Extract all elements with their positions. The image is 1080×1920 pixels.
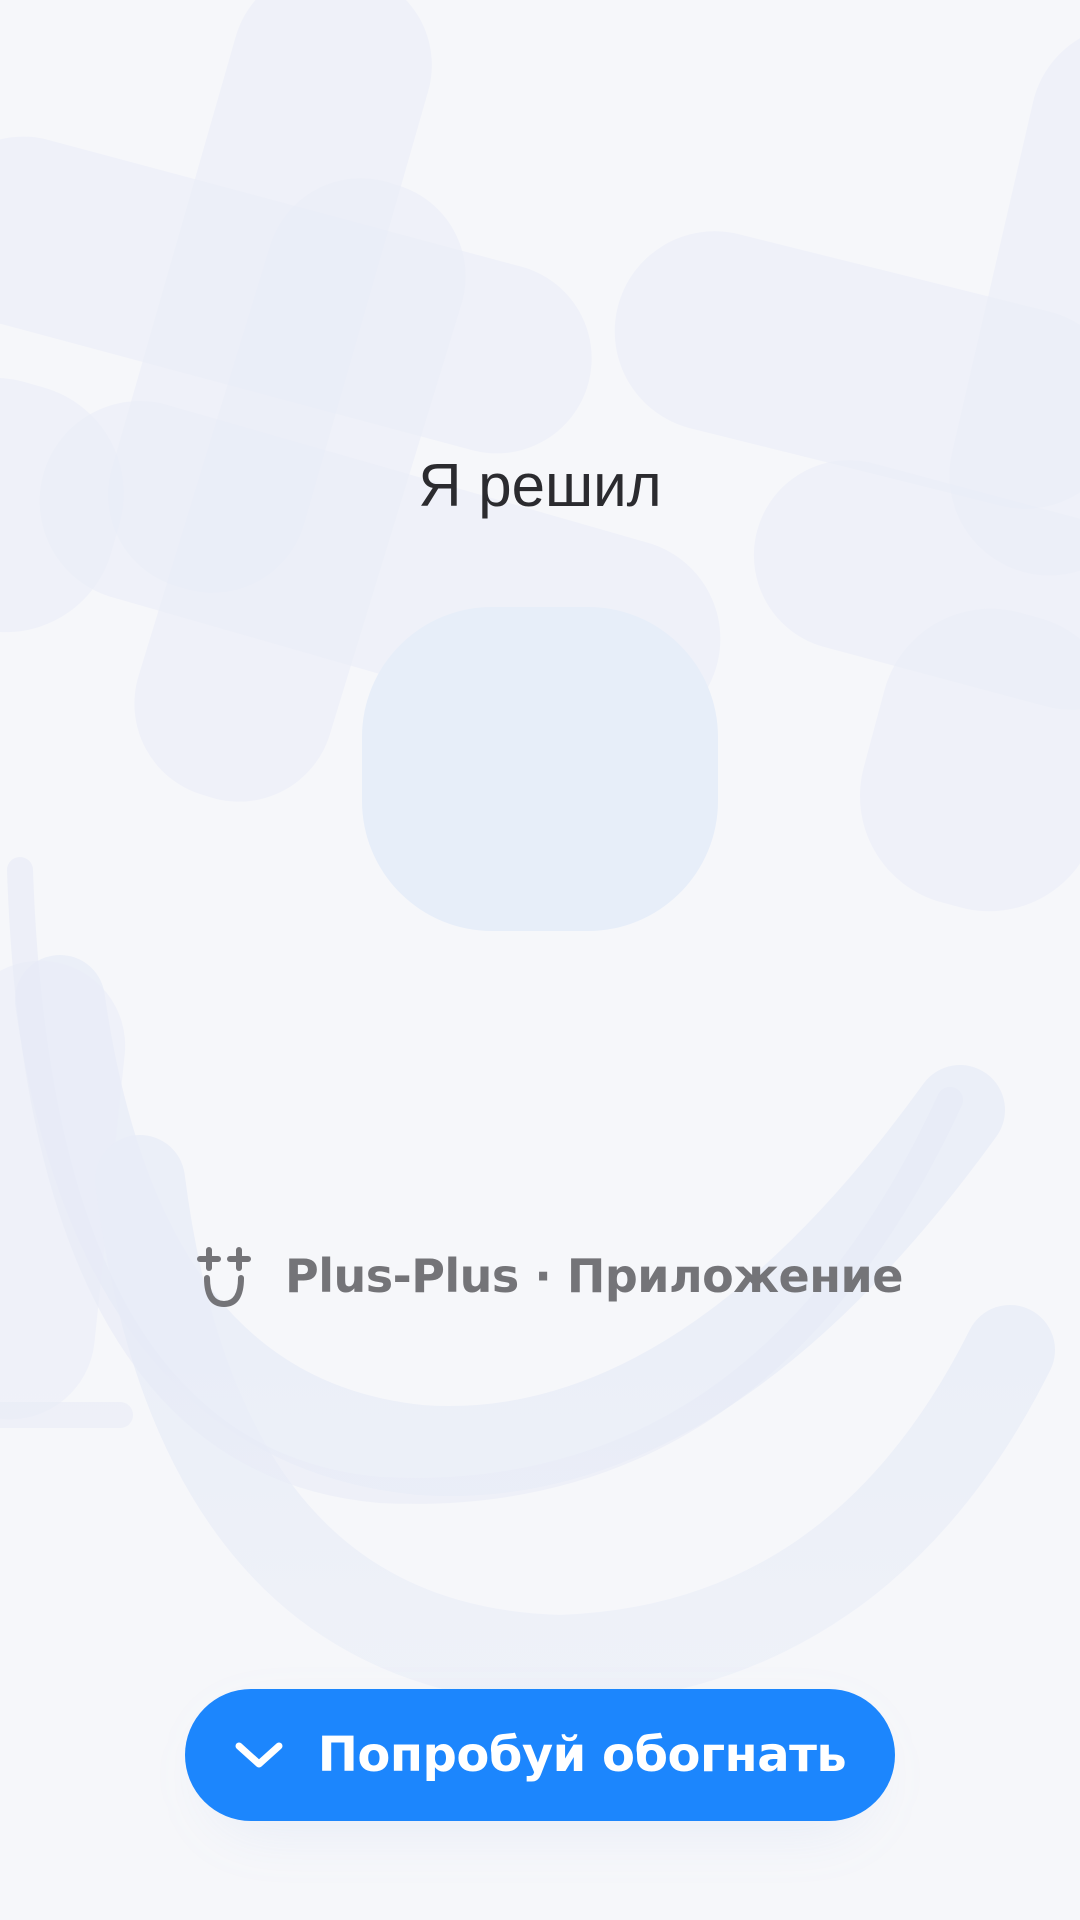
cta-label: Попробуй обогнать [317, 1727, 847, 1783]
smiley-plus-icon [197, 1247, 251, 1308]
app-name: Plus-Plus · Приложение [285, 1249, 903, 1303]
page-title: Я решил [418, 452, 662, 519]
background-pattern [0, 0, 1080, 1920]
app-attribution: Plus-Plus · Приложение [195, 1245, 903, 1308]
try-to-beat-button[interactable]: Попробуй обогнать [185, 1689, 895, 1821]
avatar-placeholder [362, 607, 718, 931]
chevron-down-icon [235, 1742, 283, 1768]
